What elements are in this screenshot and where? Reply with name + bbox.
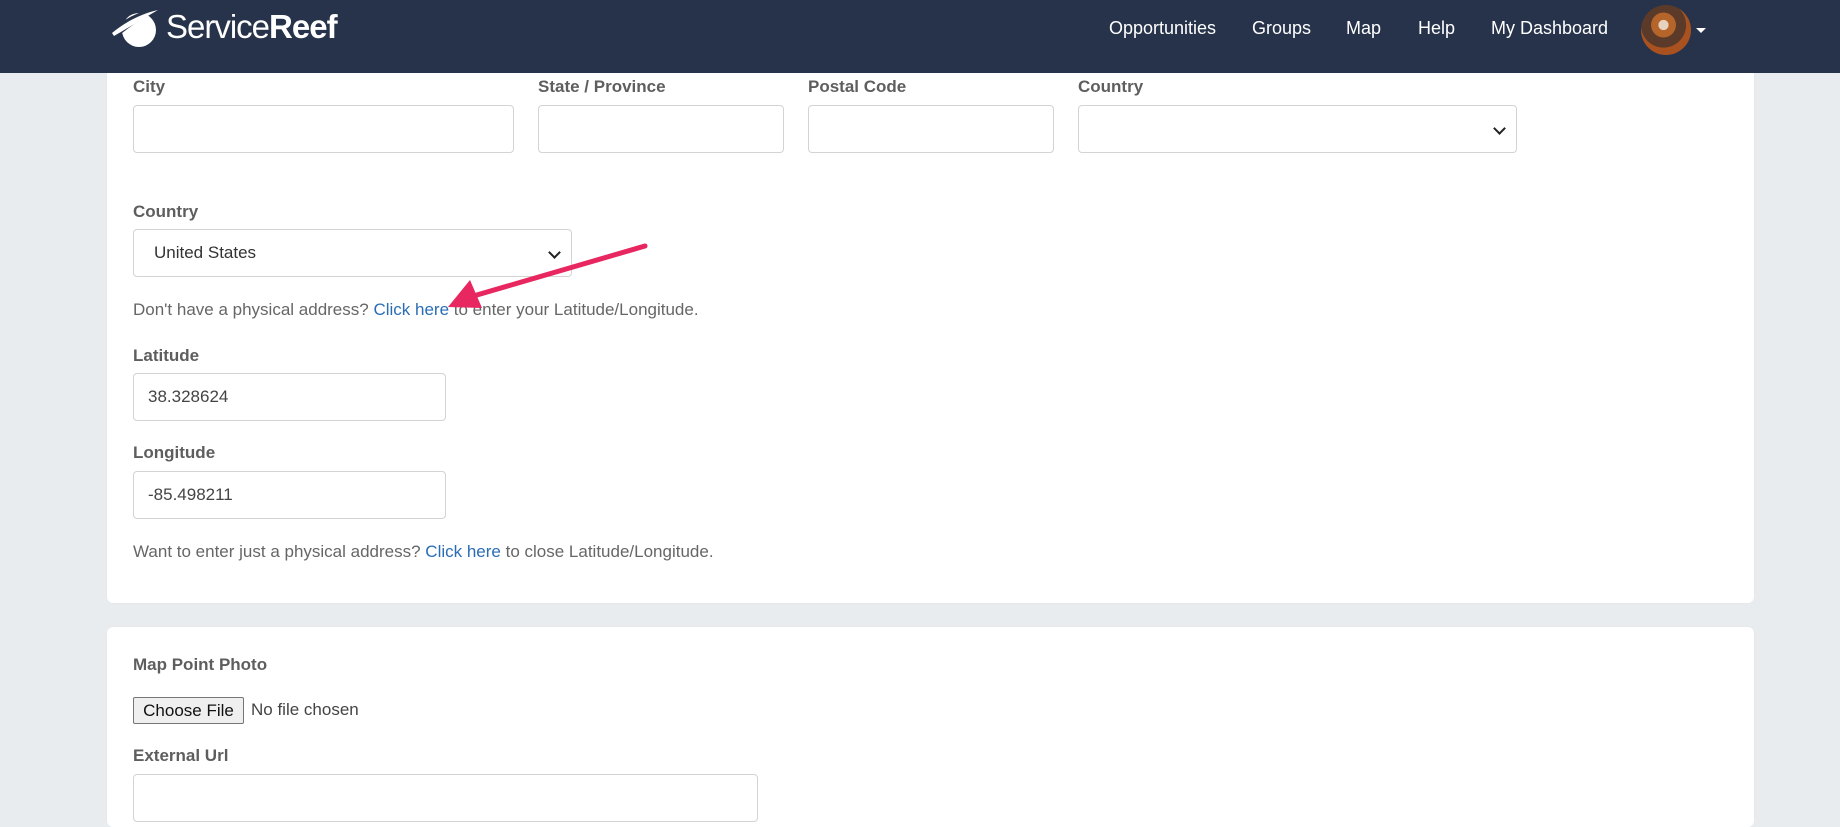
choose-file-button[interactable]: Choose File bbox=[133, 697, 244, 724]
city-label: City bbox=[133, 77, 166, 96]
external-url-label: External Url bbox=[133, 746, 229, 765]
annotation-arrow-icon bbox=[448, 243, 648, 308]
state-input[interactable] bbox=[538, 105, 784, 153]
nav-groups[interactable]: Groups bbox=[1252, 18, 1311, 39]
brand-name: ServiceReef bbox=[166, 8, 338, 46]
nav-help[interactable]: Help bbox=[1418, 18, 1455, 39]
latitude-label: Latitude bbox=[133, 346, 200, 365]
enter-lat-long-link[interactable]: Click here bbox=[373, 300, 449, 319]
postal-code-label: Postal Code bbox=[808, 77, 907, 96]
physical-address-suffix: to close Latitude/Longitude. bbox=[500, 542, 714, 561]
nav-my-dashboard[interactable]: My Dashboard bbox=[1491, 18, 1608, 39]
globe-swoosh-icon bbox=[110, 8, 160, 47]
user-menu-caret-icon[interactable] bbox=[1696, 28, 1706, 33]
no-file-chosen-text: No file chosen bbox=[251, 700, 359, 719]
city-input[interactable] bbox=[133, 105, 514, 153]
country-label: Country bbox=[133, 202, 199, 221]
address-country-label: Country bbox=[1078, 77, 1144, 96]
map-point-photo-label: Map Point Photo bbox=[133, 655, 268, 674]
latitude-input[interactable] bbox=[133, 373, 446, 421]
top-navbar: ServiceReef Opportunities Groups Map Hel… bbox=[0, 0, 1840, 73]
close-lat-long-link[interactable]: Click here bbox=[425, 542, 501, 561]
servicereef-logo[interactable]: ServiceReef bbox=[108, 4, 338, 50]
user-avatar[interactable] bbox=[1641, 5, 1691, 55]
location-card: City State / Province Postal Code Countr… bbox=[107, 50, 1754, 603]
nav-opportunities[interactable]: Opportunities bbox=[1109, 18, 1216, 39]
no-address-prefix: Don't have a physical address? bbox=[133, 300, 374, 319]
brand-name-bold: Reef bbox=[269, 8, 338, 45]
external-url-input[interactable] bbox=[133, 774, 758, 822]
longitude-input[interactable] bbox=[133, 471, 446, 519]
postal-code-input[interactable] bbox=[808, 105, 1054, 153]
media-card: Map Point Photo Choose File No file chos… bbox=[107, 627, 1754, 827]
state-label: State / Province bbox=[538, 77, 666, 96]
chevron-down-icon bbox=[1493, 122, 1506, 135]
country-select-value: United States bbox=[154, 243, 257, 262]
address-country-select[interactable] bbox=[1078, 105, 1517, 153]
brand-name-light: Service bbox=[166, 8, 270, 45]
longitude-label: Longitude bbox=[133, 443, 216, 462]
nav-map[interactable]: Map bbox=[1346, 18, 1381, 39]
physical-address-hint: Want to enter just a physical address? C… bbox=[133, 542, 714, 562]
physical-address-prefix: Want to enter just a physical address? bbox=[133, 542, 426, 561]
